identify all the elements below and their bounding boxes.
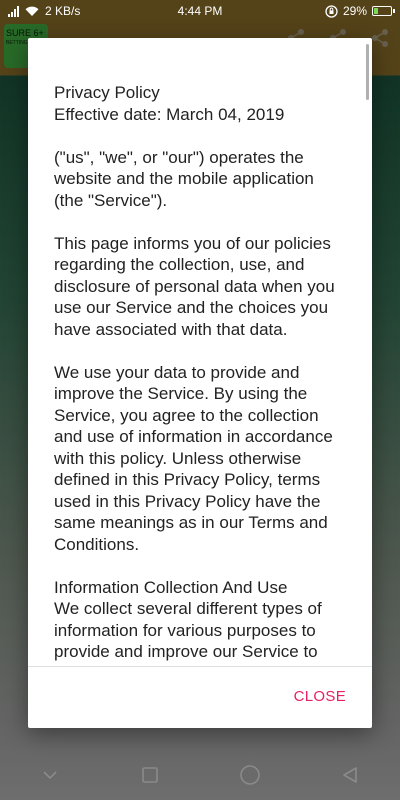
paragraph-usage: We use your data to provide and improve … [54,362,333,554]
dialog-content[interactable]: Privacy Policy Effective date: March 04,… [28,38,372,666]
nav-recents-button[interactable] [135,760,165,790]
status-bar: 2 KB/s 4:44 PM 29% [0,0,400,22]
battery-icon [372,6,395,16]
triangle-back-icon [343,767,357,783]
wifi-icon [25,6,39,16]
nav-home-button[interactable] [235,760,265,790]
signal-icon [8,5,19,17]
dialog-scrollbar[interactable] [366,44,369,100]
privacy-policy-dialog: Privacy Policy Effective date: March 04,… [28,38,372,728]
nav-hide-button[interactable] [35,760,65,790]
paragraph-operator: ("us", "we", or "our") operates the webs… [54,147,314,210]
rotation-lock-icon [325,4,338,18]
paragraph-collection: Information Collection And Use We collec… [54,577,322,667]
dialog-divider [28,666,372,667]
circle-icon [240,765,260,785]
battery-percent: 29% [342,4,367,18]
close-button[interactable]: CLOSE [294,688,346,705]
battery-fill [374,8,378,14]
square-icon [142,767,158,783]
paragraph-title: Privacy Policy Effective date: March 04,… [54,83,285,124]
nav-back-button[interactable] [335,760,365,790]
down-chevron-icon [43,771,57,780]
paragraph-informs: This page informs you of our policies re… [54,233,335,339]
navigation-bar [0,750,400,800]
network-speed: 2 KB/s [45,4,81,18]
